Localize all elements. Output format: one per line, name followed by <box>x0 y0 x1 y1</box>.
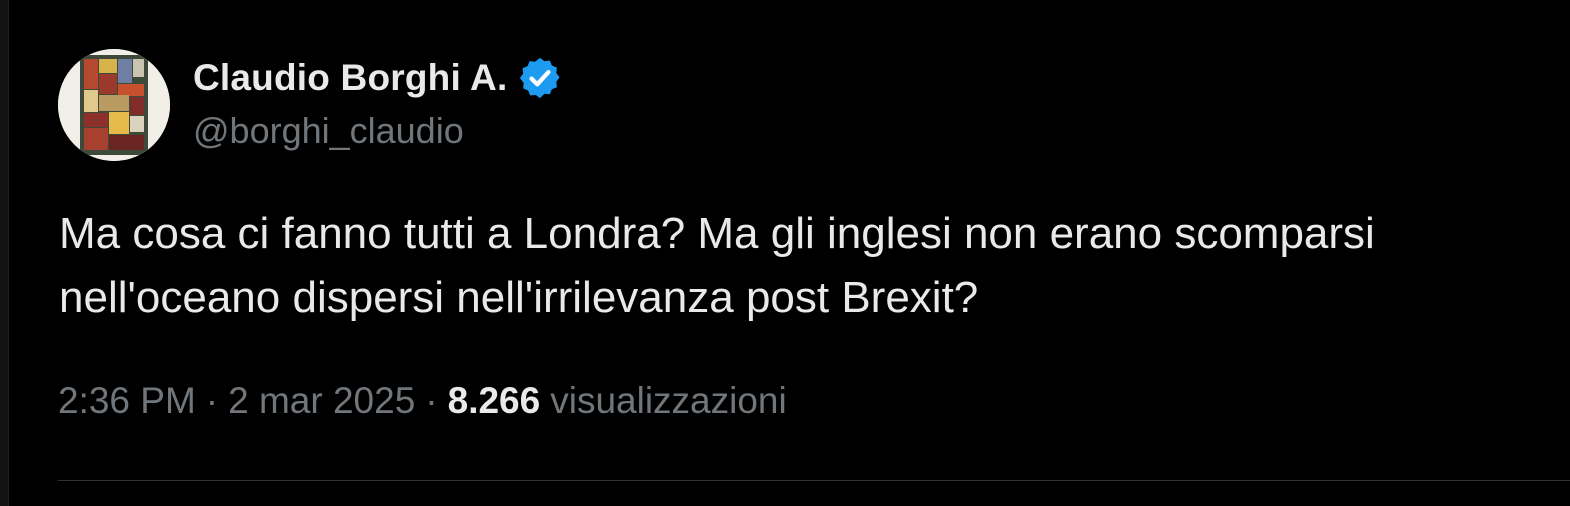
tweet-time[interactable]: 2:36 PM <box>58 380 196 422</box>
verified-badge-icon[interactable] <box>517 55 563 101</box>
views-label[interactable]: visualizzazioni <box>550 380 787 422</box>
author-display-name[interactable]: Claudio Borghi A. <box>193 57 507 99</box>
author-name-row[interactable]: Claudio Borghi A. <box>193 52 563 104</box>
tweet[interactable]: Claudio Borghi A. @borghi_claudio Ma cos… <box>0 0 1570 506</box>
divider <box>58 480 1570 481</box>
separator: · <box>205 380 219 421</box>
avatar-image <box>58 49 170 161</box>
views-count[interactable]: 8.266 <box>448 380 541 422</box>
tweet-metadata: 2:36 PM · 2 mar 2025 · 8.266 visualizzaz… <box>58 380 787 422</box>
separator: · <box>425 380 438 421</box>
tweet-date[interactable]: 2 mar 2025 <box>228 380 415 422</box>
tweet-text: Ma cosa ci fanno tutti a Londra? Ma gli … <box>59 209 1375 322</box>
avatar[interactable] <box>58 49 170 161</box>
author-handle[interactable]: @borghi_claudio <box>193 110 464 152</box>
